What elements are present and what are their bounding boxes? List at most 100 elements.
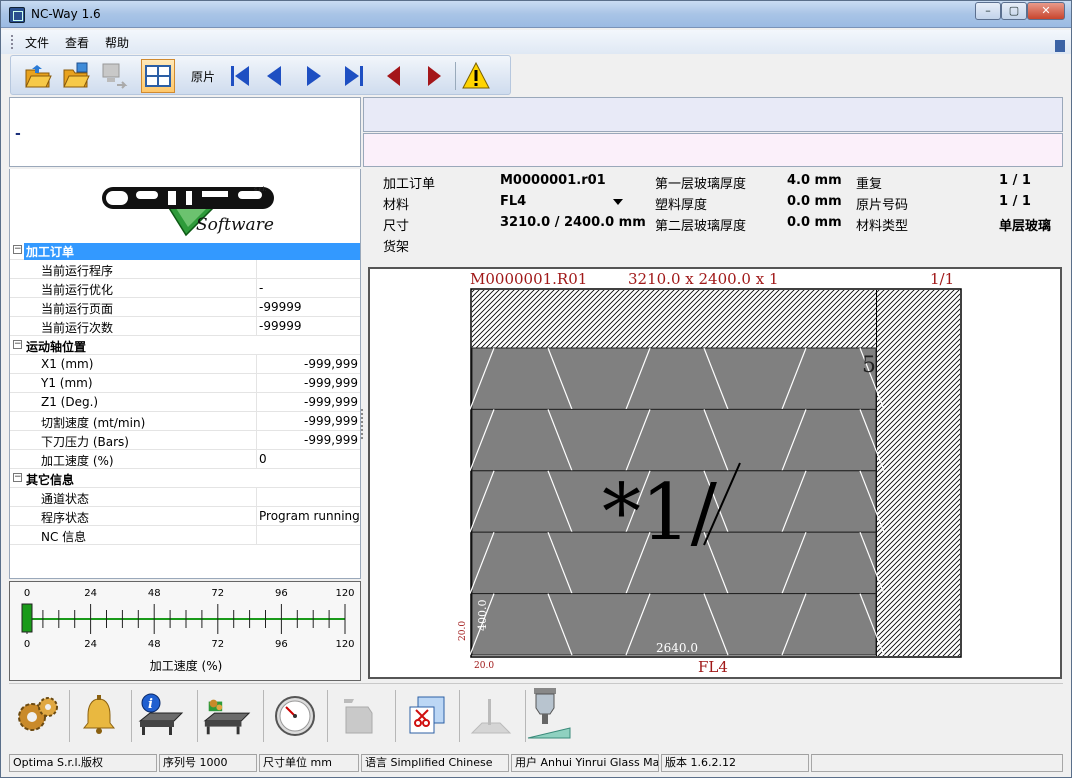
cell-divider: [256, 450, 257, 468]
bottom-dimension: 2640.0: [656, 641, 698, 655]
tree-group[interactable]: − 其它信息: [10, 469, 360, 488]
tree-row[interactable]: 当前运行次数 -99999: [10, 317, 360, 336]
message-text: -: [15, 126, 21, 142]
material-label: 材料: [383, 198, 410, 213]
layout-view-button[interactable]: [141, 59, 175, 93]
tree-row[interactable]: 当前运行优化 -: [10, 279, 360, 298]
bell-button[interactable]: [73, 688, 125, 744]
status-bar: Optima S.r.l.版权 序列号 1000 尺寸单位 mm 语言 Simp…: [9, 753, 1063, 773]
tree-row-value: -99999: [259, 319, 302, 333]
gauge-tick-label-bottom: 120: [335, 639, 354, 650]
drawing-header-program: M0000001.R01: [470, 270, 587, 288]
tree-row[interactable]: 加工速度 (%) 0: [10, 450, 360, 469]
tree-row[interactable]: Z1 (Deg.) -999,999: [10, 393, 360, 412]
tree-group[interactable]: − 运动轴位置: [10, 336, 360, 355]
cutting-head-button[interactable]: [523, 688, 575, 744]
sheet-number-label: 原片号码: [856, 198, 909, 213]
disabled-tool-button[interactable]: [335, 688, 387, 744]
disabled-tool-icon: [344, 699, 373, 734]
first-button[interactable]: [223, 59, 257, 93]
cell-divider: [256, 488, 257, 506]
sheet-label: 原片: [191, 70, 216, 84]
tree-row[interactable]: NC 信息: [10, 526, 360, 545]
gauge-tick-label-bottom: 24: [84, 639, 97, 650]
previous-button[interactable]: [257, 59, 291, 93]
pressure-gauge-button[interactable]: [269, 688, 321, 744]
open-program-button[interactable]: [59, 59, 93, 93]
gauge-tick-label-top: 72: [211, 588, 224, 599]
gauge-handle[interactable]: [21, 603, 33, 633]
piece-count-label: 5: [862, 353, 876, 378]
tree-row[interactable]: 当前运行程序: [10, 260, 360, 279]
tree-group[interactable]: − 加工订单: [10, 241, 360, 260]
cutting-table-button[interactable]: [201, 688, 253, 744]
menu-file[interactable]: 文件: [25, 34, 49, 51]
send-button[interactable]: [97, 59, 131, 93]
svg-text:i: i: [148, 697, 153, 712]
title-bar: NC-Way 1.6 – ▢ ✕: [1, 1, 1071, 28]
tree-row-key: Y1 (mm): [41, 376, 93, 390]
main-toolbar: 原片: [10, 55, 511, 95]
info-table-button[interactable]: i: [135, 688, 187, 744]
last-button[interactable]: [337, 59, 371, 93]
message-panel-top: [363, 97, 1063, 132]
tree-row[interactable]: X1 (mm) -999,999: [10, 355, 360, 374]
vertical-splitter[interactable]: [361, 409, 363, 439]
material-type-value: 单层玻璃: [999, 219, 1052, 234]
tree-row[interactable]: 通道状态: [10, 488, 360, 507]
plastic-label: 塑料厚度: [655, 198, 708, 213]
menu-overflow-icon[interactable]: [1055, 40, 1065, 52]
order-label: 加工订单: [383, 177, 436, 192]
previous-red-button[interactable]: [377, 59, 411, 93]
previous-red-icon: [387, 66, 400, 86]
next-button[interactable]: [297, 59, 331, 93]
cutting-layout-canvas[interactable]: M0000001.R01 3210.0 x 2400.0 x 1 1/1 5 *…: [368, 267, 1062, 679]
collapse-icon[interactable]: −: [13, 245, 22, 254]
gauge-label: 加工速度 (%): [150, 658, 223, 673]
tree-group-label: 运动轴位置: [26, 340, 87, 354]
toolbar-separator: [455, 62, 456, 90]
status-version: 版本 1.6.2.12: [661, 754, 809, 772]
bottom-separator: [69, 690, 70, 742]
tree-row-key: 切割速度 (mt/min): [41, 416, 146, 430]
bottom-separator: [131, 690, 132, 742]
cell-divider: [256, 298, 257, 316]
tree-row[interactable]: 切割速度 (mt/min) -999,999: [10, 412, 360, 431]
tree-row-key: 当前运行页面: [41, 302, 114, 316]
tree-row[interactable]: 程序状态 Program running: [10, 507, 360, 526]
tree-row-key: 通道状态: [41, 492, 90, 506]
maximize-button[interactable]: ▢: [1001, 2, 1027, 20]
collapse-icon[interactable]: −: [13, 340, 22, 349]
tree-row-value: Program running: [259, 509, 360, 523]
material-select[interactable]: FL4: [500, 194, 526, 209]
cell-divider: [256, 260, 257, 278]
gears-button[interactable]: [11, 688, 63, 744]
order-info-panel: 加工订单 M0000001.r01 材料 FL4 尺寸 3210.0 / 240…: [363, 169, 1063, 265]
cut-layout-button[interactable]: [401, 688, 453, 744]
warning-button[interactable]: [459, 59, 493, 93]
tree-row[interactable]: 下刀压力 (Bars) -999,999: [10, 431, 360, 450]
layer2-value: 0.0 mm: [787, 215, 842, 230]
tree-row-key: Z1 (Deg.): [41, 395, 99, 409]
order-value: M0000001.r01: [500, 173, 606, 188]
tree-row[interactable]: 当前运行页面 -99999: [10, 298, 360, 317]
menu-view[interactable]: 查看: [65, 34, 89, 51]
cutting-head-icon: [527, 688, 571, 739]
chevron-down-icon[interactable]: [613, 199, 623, 205]
cut-piece-strip[interactable]: [471, 408, 877, 472]
minimize-button[interactable]: –: [975, 2, 1001, 20]
next-red-icon: [428, 66, 441, 86]
menu-help[interactable]: 帮助: [105, 34, 129, 51]
tree-row-value: 0: [259, 452, 267, 466]
tree-row[interactable]: Y1 (mm) -999,999: [10, 374, 360, 393]
cut-piece-strip[interactable]: [471, 347, 877, 410]
open-folder-button[interactable]: [21, 59, 55, 93]
info-table-icon: i: [138, 693, 184, 735]
close-button[interactable]: ✕: [1027, 2, 1065, 20]
cell-divider: [256, 317, 257, 335]
corner-dimension-bottom: 20.0: [474, 661, 494, 671]
window-title: NC-Way 1.6: [31, 7, 101, 21]
next-red-button[interactable]: [417, 59, 451, 93]
collapse-icon[interactable]: −: [13, 473, 22, 482]
blade-button[interactable]: [465, 688, 517, 744]
